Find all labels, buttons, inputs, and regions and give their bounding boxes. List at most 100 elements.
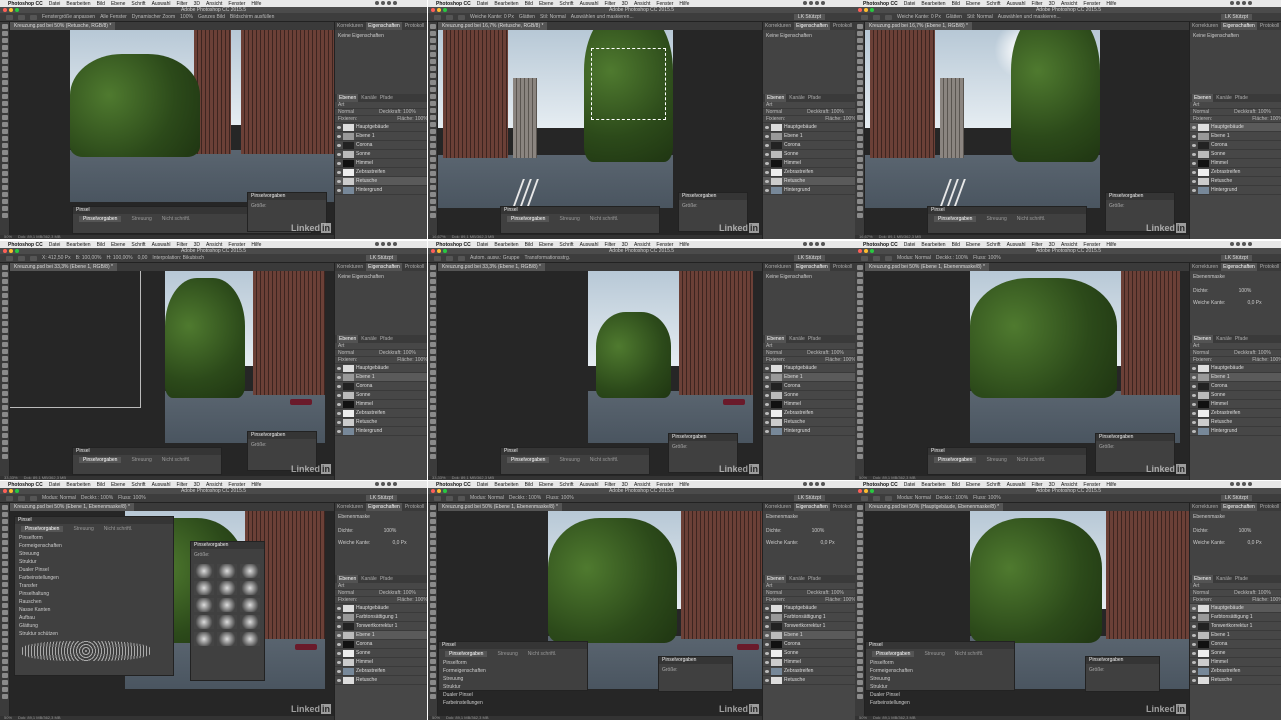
- panel-tab[interactable]: Protokoll: [1260, 263, 1279, 271]
- tool-icon[interactable]: [429, 680, 436, 685]
- menu-item[interactable]: Schrift: [986, 1, 1000, 7]
- tool-icon[interactable]: [856, 108, 863, 113]
- tool-icon[interactable]: [856, 659, 863, 664]
- tool-icon[interactable]: [429, 370, 436, 375]
- option-field[interactable]: Deckkr.: 100%: [936, 495, 968, 501]
- brush-tab[interactable]: Nicht schriftl.: [1017, 216, 1046, 222]
- panel-tab[interactable]: Korrekturen: [1192, 22, 1218, 30]
- visibility-eye-icon[interactable]: [1192, 179, 1196, 183]
- fill[interactable]: Fläche: 100%: [1252, 357, 1281, 363]
- menu-item[interactable]: Ebene: [539, 1, 553, 7]
- tool-icon[interactable]: [856, 272, 863, 277]
- tool-icon[interactable]: [429, 73, 436, 78]
- menu-item[interactable]: Schrift: [131, 1, 145, 7]
- brush-tab[interactable]: Pinselvorgaben: [507, 216, 550, 222]
- menu-item[interactable]: Schrift: [131, 242, 145, 248]
- tool-icon[interactable]: [1, 412, 8, 417]
- brush-property[interactable]: Streuung: [439, 675, 587, 683]
- tool-icon[interactable]: [1, 300, 8, 305]
- app-menu[interactable]: Photoshop CC: [8, 1, 43, 7]
- brush-tab[interactable]: Streuung: [131, 216, 151, 222]
- tool-icon[interactable]: [429, 101, 436, 106]
- layer-row[interactable]: Hauptgebäude: [1190, 604, 1281, 613]
- tool-icon[interactable]: [429, 59, 436, 64]
- menu-item[interactable]: Filter: [1031, 482, 1042, 488]
- fill[interactable]: Fläche: 100%: [1252, 597, 1281, 603]
- layer-row[interactable]: Retusche: [1190, 177, 1281, 186]
- layer-row[interactable]: Himmel: [1190, 658, 1281, 667]
- visibility-eye-icon[interactable]: [337, 429, 341, 433]
- canvas-area[interactable]: Pinsel Pinselvorgaben Streuung Nicht schrif…: [10, 511, 334, 716]
- tool-icon[interactable]: [1, 405, 8, 410]
- visibility-eye-icon[interactable]: [1192, 429, 1196, 433]
- menu-item[interactable]: Filter: [1031, 242, 1042, 248]
- layer-row[interactable]: Zebrastreifen: [763, 168, 855, 177]
- close-button[interactable]: [3, 489, 7, 493]
- option-field[interactable]: Weiche Kante: 0 Px: [470, 14, 514, 20]
- tool-icon[interactable]: [429, 624, 436, 629]
- brush-property[interactable]: Nasse Kanten: [15, 606, 173, 614]
- tool-icon[interactable]: [1, 638, 8, 643]
- layer-row[interactable]: Sonne: [335, 391, 427, 400]
- tool-icon[interactable]: [1, 94, 8, 99]
- tool-icon[interactable]: [856, 596, 863, 601]
- blend-mode[interactable]: Normal: [338, 590, 354, 596]
- tool-icon[interactable]: [1, 377, 8, 382]
- menu-item[interactable]: Fenster: [656, 242, 673, 248]
- blend-mode[interactable]: Normal: [338, 350, 354, 356]
- app-menu[interactable]: Photoshop CC: [863, 482, 898, 488]
- option-field[interactable]: Transformationsstrg.: [524, 255, 570, 261]
- brush-property[interactable]: Pinselform: [15, 534, 173, 542]
- menu-item[interactable]: 3D: [194, 242, 200, 248]
- option-field[interactable]: 0,00: [138, 255, 148, 261]
- tool-icon[interactable]: [429, 412, 436, 417]
- brush-tab[interactable]: Streuung: [131, 457, 151, 463]
- brush-tab[interactable]: Streuung: [559, 457, 579, 463]
- menu-item[interactable]: Ansicht: [634, 242, 650, 248]
- tool-icon[interactable]: [1, 122, 8, 127]
- zoom-button[interactable]: [870, 8, 874, 12]
- tool-icon[interactable]: [856, 94, 863, 99]
- option-field[interactable]: Glätten: [519, 14, 535, 20]
- workspace-switcher[interactable]: LK Stützpt: [1220, 14, 1252, 20]
- tool-icon[interactable]: [856, 370, 863, 375]
- tool-icon[interactable]: [1, 328, 8, 333]
- panel-tab[interactable]: Protokoll: [833, 22, 852, 30]
- tool-icon[interactable]: [1, 80, 8, 85]
- menu-item[interactable]: Bild: [97, 242, 105, 248]
- tool-icon[interactable]: [1, 286, 8, 291]
- tool-icon[interactable]: [856, 533, 863, 538]
- tool-icon[interactable]: [856, 115, 863, 120]
- workspace-switcher[interactable]: LK Stützpt: [793, 495, 825, 501]
- layer-row[interactable]: Farbtonsättigung 1: [335, 613, 427, 622]
- minimize-button[interactable]: [864, 489, 868, 493]
- tool-icon[interactable]: [429, 652, 436, 657]
- layer-row[interactable]: Farbtonsättigung 1: [1190, 613, 1281, 622]
- brush-tip[interactable]: [194, 632, 214, 646]
- tool-icon[interactable]: [429, 596, 436, 601]
- brush-tab[interactable]: Streuung: [986, 216, 1006, 222]
- menu-item[interactable]: Datei: [477, 1, 489, 7]
- canvas-area[interactable]: Pinsel Pinselvorgaben Streuung Nicht schrif…: [438, 30, 762, 235]
- menu-item[interactable]: Schrift: [559, 242, 573, 248]
- layer-row[interactable]: Sonne: [1190, 150, 1281, 159]
- tool-icon[interactable]: [856, 52, 863, 57]
- tool-icon[interactable]: [856, 293, 863, 298]
- document-tab[interactable]: Kreuzung.psd bei 33,3% (Ebene 1, RGB/8) …: [438, 263, 545, 271]
- brush-tip[interactable]: [194, 615, 214, 629]
- density-value[interactable]: 100%: [384, 528, 397, 534]
- visibility-eye-icon[interactable]: [1192, 384, 1196, 388]
- layers-tab[interactable]: Ebenen: [765, 335, 787, 343]
- menu-item[interactable]: Ansicht: [206, 242, 222, 248]
- visibility-eye-icon[interactable]: [337, 179, 341, 183]
- panel-tab[interactable]: Protokoll: [405, 503, 424, 511]
- layer-kind-filter[interactable]: Art: [335, 343, 427, 350]
- layers-tab[interactable]: Pfade: [1235, 335, 1248, 343]
- visibility-eye-icon[interactable]: [1192, 606, 1196, 610]
- brush-tab[interactable]: Pinselvorgaben: [934, 457, 977, 463]
- layer-row[interactable]: Retusche: [1190, 676, 1281, 685]
- tool-icon[interactable]: [1, 540, 8, 545]
- close-button[interactable]: [431, 249, 435, 253]
- menu-item[interactable]: Schrift: [559, 482, 573, 488]
- tool-icon[interactable]: [429, 307, 436, 312]
